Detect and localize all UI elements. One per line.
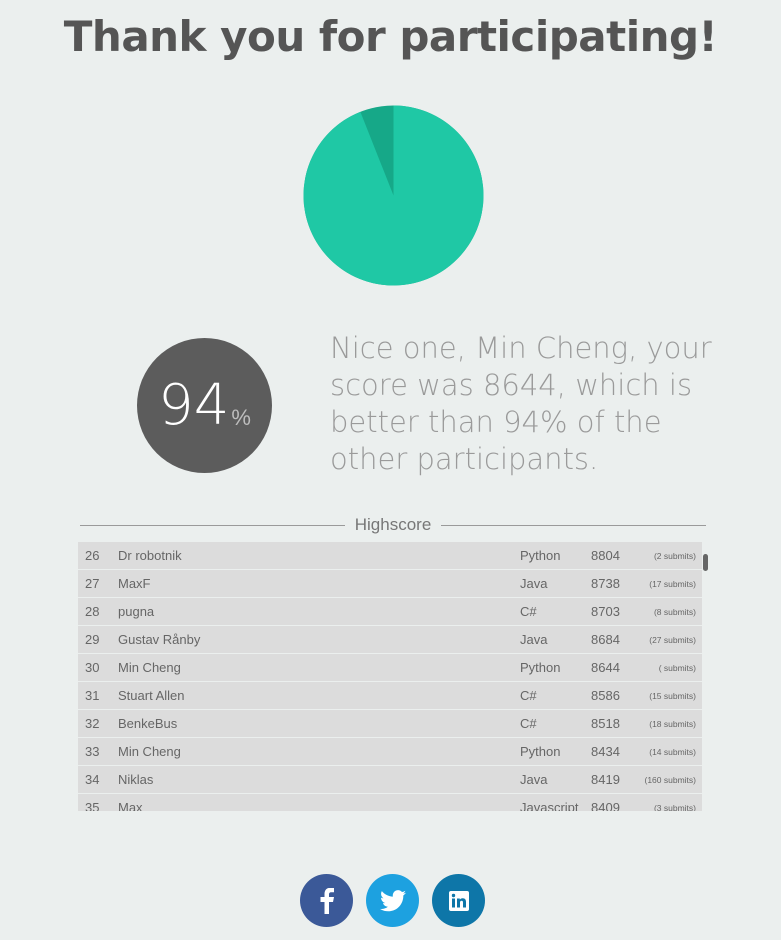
divider [441, 524, 707, 526]
submit-count: (160 submits) [644, 775, 697, 785]
language: Java [520, 632, 548, 647]
results-page: Thank you for participating! 94 % Nice o… [0, 0, 781, 940]
score-percent-sign: % [231, 404, 251, 430]
score: 8409 [591, 800, 620, 811]
highscore-row: 31 Stuart Allen C# 8586 (15 submits) [78, 682, 702, 709]
player-name: MaxF [118, 576, 151, 591]
player-name: Stuart Allen [118, 688, 185, 703]
twitter-share-button[interactable] [366, 874, 419, 927]
highscore-row: 30 Min Cheng Python 8644 ( submits) [78, 654, 702, 681]
player-name: BenkeBus [118, 716, 178, 731]
highscore-row: 34 Niklas Java 8419 (160 submits) [78, 766, 702, 793]
score: 8518 [591, 716, 620, 731]
facebook-icon [320, 887, 334, 914]
language: C# [520, 716, 537, 731]
highscore-scrollbar[interactable] [703, 554, 708, 571]
submit-count: (17 submits) [649, 579, 696, 589]
highscore-row: 27 MaxF Java 8738 (17 submits) [78, 570, 702, 597]
submit-count: (2 submits) [653, 551, 696, 561]
rank: 27 [85, 576, 100, 591]
player-name: Dr robotnik [118, 548, 182, 563]
page-title: Thank you for participating! [63, 12, 718, 61]
submit-count: (18 submits) [649, 719, 696, 729]
language: C# [520, 688, 537, 703]
player-name: Min Cheng [118, 744, 181, 759]
score: 8738 [591, 576, 620, 591]
facebook-share-button[interactable] [300, 874, 353, 927]
player-name: Max [118, 800, 143, 811]
language: Python [520, 548, 561, 563]
rank: 33 [85, 744, 100, 759]
rank: 30 [85, 660, 100, 675]
submit-count: ( submits) [658, 663, 696, 673]
highscore-row: 35 Max Javascript 8409 (3 submits) [78, 794, 702, 811]
score: 8804 [591, 548, 620, 563]
score-pie-chart [303, 105, 484, 286]
highscore-row: 29 Gustav Rånby Java 8684 (27 submits) [78, 626, 702, 653]
highscore-row: 28 pugna C# 8703 (8 submits) [78, 598, 702, 625]
rank: 29 [85, 632, 100, 647]
score: 8684 [591, 632, 620, 647]
score-percentile-value: 94 [158, 373, 230, 438]
divider [80, 524, 345, 526]
score: 8703 [591, 604, 620, 619]
score: 8434 [591, 744, 620, 759]
linkedin-share-button[interactable] [432, 874, 485, 927]
language: Python [520, 660, 561, 675]
player-name: pugna [118, 604, 155, 619]
language: Javascript [520, 800, 579, 811]
language: C# [520, 604, 537, 619]
rank: 31 [85, 688, 100, 703]
highscore-row: 32 BenkeBus C# 8518 (18 submits) [78, 710, 702, 737]
player-name: Min Cheng [118, 660, 181, 675]
highscore-table[interactable]: 26 Dr robotnik Python 8804 (2 submits) 27 MaxF… [78, 542, 702, 811]
twitter-icon [379, 889, 406, 911]
language: Java [520, 772, 548, 787]
score-percentile-badge: 94 % [137, 338, 272, 473]
language: Java [520, 576, 548, 591]
rank: 34 [85, 772, 100, 787]
submit-count: (3 submits) [653, 803, 696, 811]
score: 8419 [591, 772, 620, 787]
highscore-title: Highscore [354, 515, 432, 534]
score: 8644 [591, 660, 620, 675]
rank: 32 [85, 716, 100, 731]
language: Python [520, 744, 561, 759]
highscore-row: 33 Min Cheng Python 8434 (14 submits) [78, 738, 702, 765]
submit-count: (14 submits) [649, 747, 696, 757]
rank: 35 [85, 800, 100, 811]
player-name: Niklas [118, 772, 154, 787]
rank: 26 [85, 548, 100, 563]
submit-count: (8 submits) [653, 607, 696, 617]
highscore-header: Highscore [80, 514, 707, 536]
submit-count: (27 submits) [649, 635, 696, 645]
rank: 28 [85, 604, 100, 619]
submit-count: (15 submits) [649, 691, 696, 701]
result-message: Nice one, Min Cheng, your score was 8644… [330, 331, 712, 476]
pie-slice-score [303, 105, 484, 286]
score: 8586 [591, 688, 620, 703]
player-name: Gustav Rånby [118, 632, 201, 647]
linkedin-icon [448, 890, 469, 911]
highscore-row: 26 Dr robotnik Python 8804 (2 submits) [78, 542, 702, 569]
